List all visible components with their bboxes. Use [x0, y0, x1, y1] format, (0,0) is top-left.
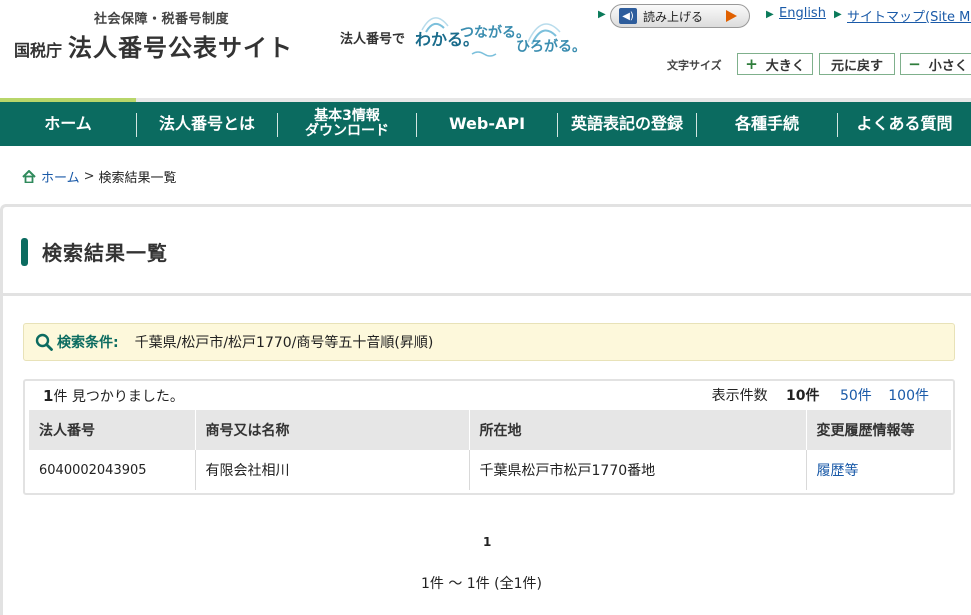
- nav-webapi-label: Web-API: [448, 114, 526, 134]
- cell-history: 履歴等: [806, 450, 951, 490]
- bullet-icon: ▶: [834, 9, 842, 20]
- result-count-number: 1: [43, 387, 54, 405]
- plus-icon: +: [745, 55, 758, 73]
- nav-faq[interactable]: よくある質問: [838, 102, 971, 146]
- per-page-current: 10件: [786, 388, 820, 404]
- nav-home-label: ホーム: [44, 114, 92, 134]
- column-header-history: 変更履歴情報等: [806, 410, 951, 450]
- page-title-text: 検索結果一覧: [42, 241, 168, 265]
- nav-webapi[interactable]: Web-API: [417, 102, 557, 146]
- font-size-label: 文字サイズ: [667, 59, 722, 72]
- per-page-selector: 表示件数 10件 50件 100件: [712, 385, 937, 405]
- breadcrumb-separator: >: [83, 169, 95, 184]
- nav-about[interactable]: 法人番号とは: [137, 102, 277, 146]
- per-page-50-link[interactable]: 50件: [840, 388, 872, 404]
- per-page-label: 表示件数: [711, 388, 768, 404]
- speaker-icon: ◀): [619, 8, 637, 24]
- table-header-row: 法人番号 商号又は名称 所在地 変更履歴情報等: [29, 410, 951, 450]
- global-nav: ホーム 法人番号とは 基本3情報 ダウンロード Web-API 英語表記の登録 …: [0, 98, 971, 146]
- cell-company-name: 有限会社相川: [195, 450, 470, 490]
- bullet-icon: ▶: [598, 9, 606, 20]
- search-icon: [35, 333, 53, 351]
- site-header: 社会保障・税番号制度 国税庁 法人番号公表サイト 法人番号で わかる。 つながる。…: [0, 0, 971, 98]
- nav-faq-label: よくある質問: [856, 114, 953, 134]
- read-aloud-button[interactable]: ◀) 読み上げる: [610, 4, 750, 28]
- breadcrumb-current: 検索結果一覧: [98, 171, 177, 186]
- font-smaller-button[interactable]: − 小さく: [900, 53, 971, 75]
- nav-english-registration-label: 英語表記の登録: [570, 114, 683, 134]
- english-link[interactable]: English: [779, 6, 826, 21]
- main-panel: 検索結果一覧 検索条件: 千葉県/松戸市/松戸1770/商号等五十音順(昇順) …: [0, 204, 971, 615]
- result-count-text: 件 見つかりました。: [53, 389, 184, 405]
- page-title: 検索結果一覧: [21, 237, 168, 266]
- tagline: 法人番号で わかる。 つながる。 ひろがる。: [340, 17, 590, 62]
- cell-address: 千葉県松戸市松戸1770番地: [469, 450, 807, 490]
- tagline-prefix: 法人番号で: [340, 32, 406, 47]
- results-table: 法人番号 商号又は名称 所在地 変更履歴情報等 6040002043905 有限…: [29, 410, 951, 490]
- read-aloud-label: 読み上げる: [643, 9, 704, 24]
- search-condition-value: 千葉県/松戸市/松戸1770/商号等五十音順(昇順): [134, 335, 434, 351]
- font-smaller-label: 小さく: [928, 58, 968, 74]
- logo-agency: 国税庁: [14, 41, 63, 60]
- result-count: 1件 見つかりました。: [43, 386, 184, 406]
- tagline-hirogaru: ひろがる。: [516, 39, 586, 55]
- font-larger-button[interactable]: + 大きく: [737, 53, 813, 75]
- table-row: 6040002043905 有限会社相川 千葉県松戸市松戸1770番地 履歴等: [29, 450, 951, 490]
- title-divider: [0, 293, 971, 296]
- sitemap-link[interactable]: サイトマップ(Site Map: [847, 6, 971, 25]
- play-icon: [726, 10, 737, 22]
- font-larger-label: 大きく: [765, 58, 805, 74]
- nav-download[interactable]: 基本3情報 ダウンロード: [278, 102, 416, 146]
- minus-icon: −: [908, 55, 921, 73]
- site-logo[interactable]: 国税庁 法人番号公表サイト: [14, 28, 293, 63]
- title-bar: [21, 237, 28, 266]
- column-header-name: 商号又は名称: [195, 410, 470, 450]
- nav-english-registration[interactable]: 英語表記の登録: [558, 102, 696, 146]
- per-page-100-link[interactable]: 100件: [888, 388, 929, 404]
- pager-current-page: 1: [483, 535, 492, 549]
- home-icon: [22, 170, 36, 183]
- pager-range: 1件 ～ 1件 (全1件): [421, 576, 542, 592]
- nav-download-label-2: ダウンロード: [305, 123, 389, 139]
- nav-about-label: 法人番号とは: [158, 114, 255, 134]
- nav-home[interactable]: ホーム: [0, 102, 136, 146]
- breadcrumb-home-link[interactable]: ホーム: [41, 167, 80, 186]
- nav-procedures-label: 各種手続: [734, 114, 799, 134]
- cell-corporate-number: 6040002043905: [29, 450, 196, 490]
- column-header-address: 所在地: [469, 410, 807, 450]
- breadcrumb: ホーム > 検索結果一覧: [22, 167, 177, 186]
- font-reset-label: 元に戻す: [830, 58, 883, 74]
- bullet-icon: ▶: [766, 9, 774, 20]
- font-reset-button[interactable]: 元に戻す: [819, 53, 895, 75]
- search-condition-label: 検索条件:: [57, 335, 119, 351]
- history-link[interactable]: 履歴等: [817, 463, 859, 479]
- nav-download-label-1: 基本3情報: [314, 107, 380, 124]
- search-condition-box: 検索条件: 千葉県/松戸市/松戸1770/商号等五十音順(昇順): [23, 323, 955, 361]
- column-header-number: 法人番号: [29, 410, 196, 450]
- logo-subtitle: 社会保障・税番号制度: [94, 12, 230, 27]
- nav-procedures[interactable]: 各種手続: [697, 102, 837, 146]
- logo-site-name: 法人番号公表サイト: [68, 34, 294, 62]
- results-box: 1件 見つかりました。 表示件数 10件 50件 100件 法人番号 商号又は名…: [23, 379, 955, 495]
